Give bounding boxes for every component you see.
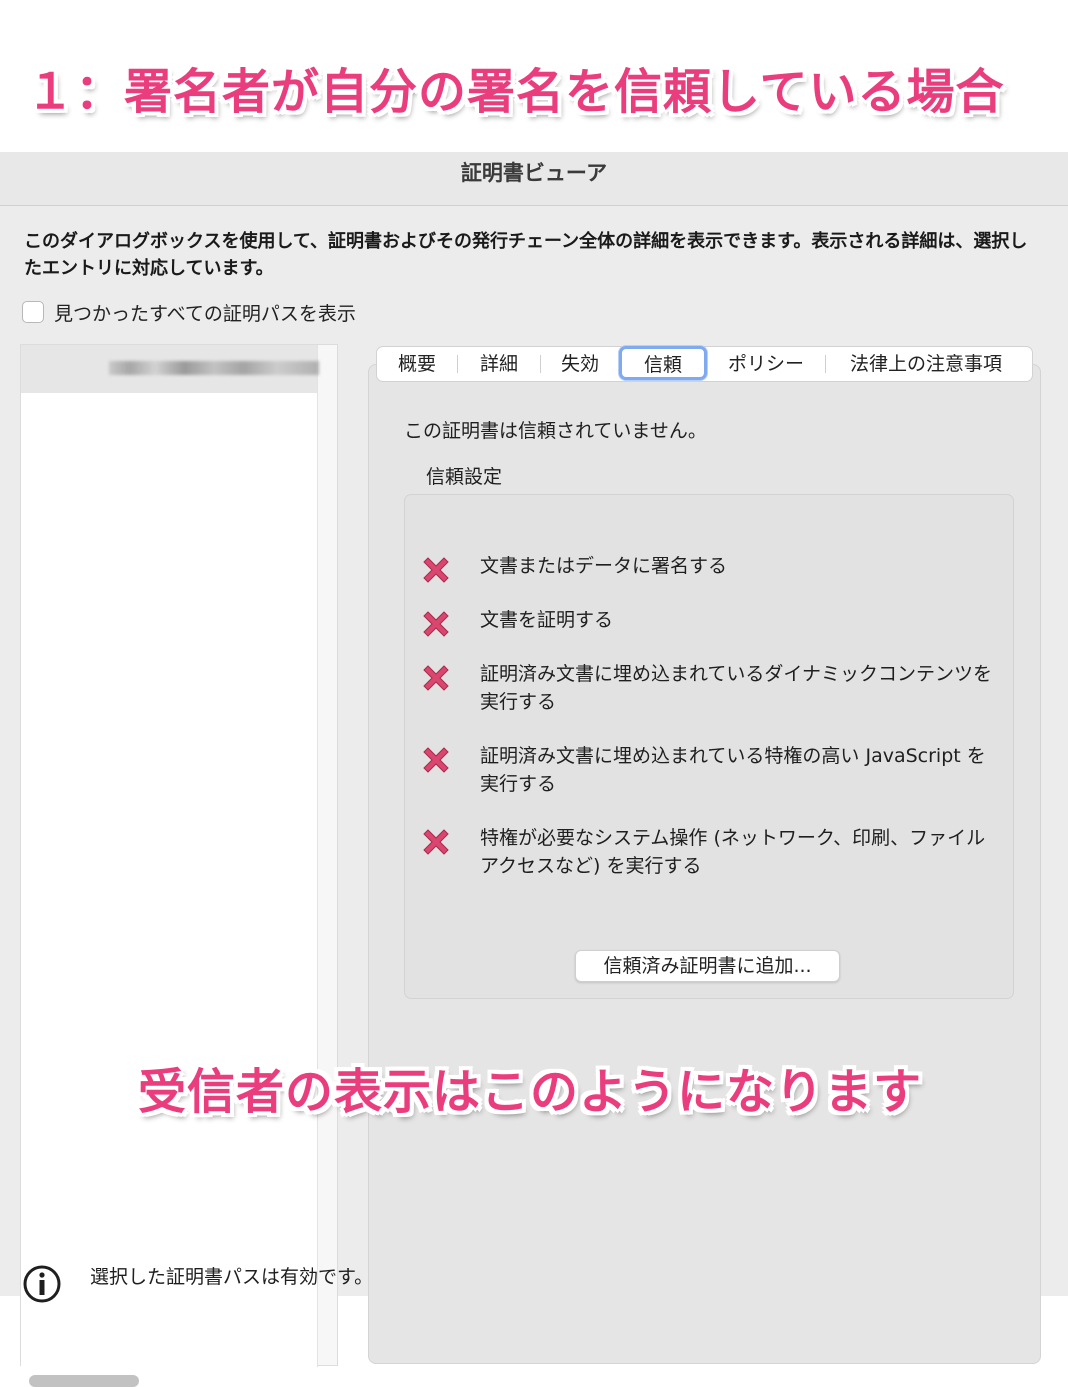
show-all-paths-option[interactable]: 見つかったすべての証明パスを表示: [22, 299, 356, 325]
trust-settings-title: 信頼設定: [426, 466, 503, 488]
add-to-trusted-button[interactable]: 信頼済み証明書に追加...: [575, 950, 840, 982]
info-icon: [23, 1265, 61, 1303]
x-icon: [423, 611, 449, 637]
x-icon: [423, 665, 449, 691]
tab-trust[interactable]: 信頼: [619, 346, 707, 380]
x-icon: [423, 829, 449, 855]
trust-item-label: 特権が必要なシステム操作 (ネットワーク、印刷、ファイルアクセスなど) を実行す…: [480, 827, 986, 877]
horizontal-scrollbar[interactable]: [29, 1375, 139, 1387]
tab-revocation[interactable]: 失効: [541, 347, 619, 381]
x-icon: [423, 747, 449, 773]
certificate-viewer-window: 証明書ビューア このダイアログボックスを使用して、証明書およびその発行チェーン全…: [0, 152, 1068, 1387]
path-status-text: 選択した証明書パスは有効です。: [90, 1266, 374, 1288]
trust-item-label: 証明済み文書に埋め込まれているダイナミックコンテンツを実行する: [480, 663, 993, 713]
certificate-path-list-content: [21, 345, 319, 1367]
certificate-path-item[interactable]: [21, 345, 319, 393]
trust-item-label: 文書を証明する: [480, 609, 614, 631]
annotation-heading: １：署名者が自分の署名を信頼している場合: [26, 64, 1005, 120]
tab-legal-notice[interactable]: 法律上の注意事項: [826, 347, 1026, 381]
trust-item-label: 証明済み文書に埋め込まれている特権の高い JavaScript を実行する: [480, 745, 986, 795]
tab-details[interactable]: 詳細: [458, 347, 540, 381]
show-all-paths-label[interactable]: 見つかったすべての証明パスを表示: [54, 299, 356, 326]
certificate-path-list[interactable]: [20, 344, 338, 1387]
x-icon: [423, 557, 449, 583]
show-all-paths-checkbox[interactable]: [22, 301, 44, 323]
annotation-caption: 受信者の表示はこのようになります: [138, 1064, 923, 1120]
tab-summary[interactable]: 概要: [377, 347, 457, 381]
title-bar: 証明書ビューア: [0, 152, 1068, 206]
tab-bar: 概要 詳細 失効 信頼 ポリシー 法律上の注意事項: [376, 346, 1033, 382]
dialog-description: このダイアログボックスを使用して、証明書およびその発行チェーン全体の詳細を表示で…: [24, 231, 1028, 279]
annotation-banner: １：署名者が自分の署名を信頼している場合: [0, 0, 1068, 152]
trust-item-label: 文書またはデータに署名する: [480, 555, 728, 577]
tab-policies[interactable]: ポリシー: [707, 347, 825, 381]
trust-status-text: この証明書は信頼されていません。: [404, 420, 707, 442]
window-title: 証明書ビューア: [460, 161, 608, 185]
redacted-certificate-name: [109, 361, 319, 375]
